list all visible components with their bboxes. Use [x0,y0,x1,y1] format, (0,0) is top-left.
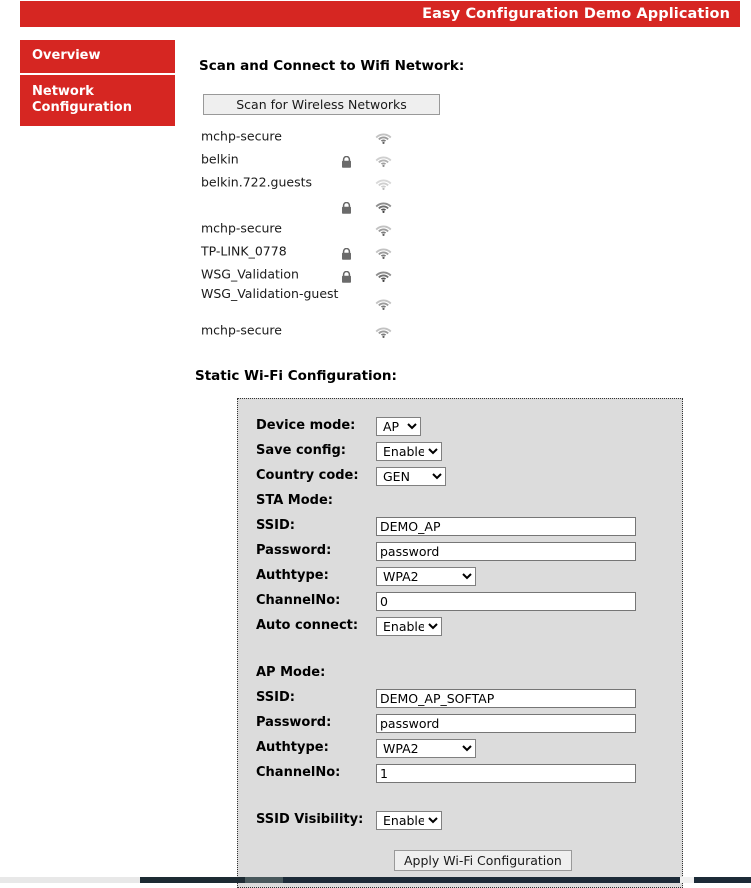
ap-password-input[interactable] [376,713,636,733]
network-ssid-label: mchp-secure [201,321,282,337]
auto-connect-select[interactable]: EnableDisable [376,616,442,636]
sta-channel-input[interactable] [376,591,636,611]
ap-ssid-label: SSID: [256,690,295,705]
wifi-signal-icon [375,221,392,236]
taskbar-active-window [245,877,283,883]
ssid-visibility-select[interactable]: EnableDisable [376,810,442,830]
static-wifi-config-panel: Device mode: APSTA Save config: EnableDi… [237,398,683,888]
ap-authtype-label: Authtype: [256,740,329,755]
network-list-item[interactable]: belkin [195,147,455,170]
wifi-signal-icon [375,152,392,167]
config-row-ap-authtype: Authtype: OPENWEPWPAWPA2 [238,735,682,760]
lock-icon [341,199,352,214]
network-ssid-label: belkin [201,150,239,166]
static-config-heading: Static Wi-Fi Configuration: [195,368,397,384]
network-list-item[interactable] [195,193,455,216]
config-row-sta-ssid: SSID: [238,513,682,538]
wifi-network-list: mchp-secure belkin belkin.722.guests mchp-s… [195,124,455,341]
network-ssid-label: WSG_Validation-guest [201,286,339,301]
config-gap-2 [238,785,682,807]
taskbar-gap [680,877,694,883]
country-code-select[interactable]: GENUSAEMEAJPN [376,466,446,486]
taskbar-dark-1 [140,877,245,883]
wifi-signal-icon [375,323,392,338]
ap-password-label: Password: [256,715,332,730]
config-row-sta-password: Password: [238,538,682,563]
scan-section-heading: Scan and Connect to Wifi Network: [199,58,465,74]
network-ssid-label: belkin.722.guests [201,173,313,189]
app-header-bar: Easy Configuration Demo Application [20,1,740,27]
config-row-device-mode: Device mode: APSTA [238,413,682,438]
sta-authtype-select[interactable]: OPENWEPWPAWPA2 [376,566,476,586]
config-row-ap-password: Password: [238,710,682,735]
country-code-label: Country code: [256,468,359,483]
sta-ssid-input[interactable] [376,516,636,536]
wifi-signal-icon [375,175,392,190]
network-list-item[interactable]: WSG_Validation [195,262,455,285]
save-config-select[interactable]: EnableDisable [376,441,442,461]
config-row-sta-channel: ChannelNo: [238,588,682,613]
lock-icon [341,245,352,260]
ap-mode-heading: AP Mode: [256,665,326,680]
wifi-signal-icon [375,244,392,259]
lock-icon [341,268,352,283]
config-row-sta-authtype: Authtype: OPENWEPWPAWPA2 [238,563,682,588]
taskbar-dark-2 [283,877,680,883]
sta-mode-heading: STA Mode: [256,493,333,508]
os-taskbar [0,877,751,883]
config-row-auto-connect: Auto connect: EnableDisable [238,613,682,638]
config-row-sta-mode-heading: STA Mode: [238,488,682,513]
device-mode-label: Device mode: [256,418,356,433]
network-ssid-label: TP-LINK_0778 [201,242,287,258]
ap-channel-input[interactable] [376,763,636,783]
config-row-ap-ssid: SSID: [238,685,682,710]
scan-for-wireless-networks-button[interactable]: Scan for Wireless Networks [203,94,440,115]
sidebar-item-label: Network Configuration [32,84,132,116]
apply-row: Apply Wi-Fi Configuration [238,850,682,871]
wifi-signal-icon [375,129,392,144]
network-ssid-label: mchp-secure [201,219,282,235]
ap-ssid-input[interactable] [376,688,636,708]
auto-connect-label: Auto connect: [256,618,359,633]
network-list-item[interactable]: mchp-secure [195,216,455,239]
sta-password-label: Password: [256,543,332,558]
wifi-signal-icon [375,295,392,310]
config-row-ap-mode-heading: AP Mode: [238,660,682,685]
sidebar-item-label: Overview [32,48,101,63]
ssid-visibility-label: SSID Visibility: [256,812,364,827]
config-row-ap-channel: ChannelNo: [238,760,682,785]
network-list-item[interactable]: mchp-secure [195,318,455,341]
device-mode-select[interactable]: APSTA [376,416,421,436]
network-ssid-label: WSG_Validation [201,265,299,281]
taskbar-dark-3 [694,877,751,883]
config-row-save-config: Save config: EnableDisable [238,438,682,463]
network-list-item[interactable]: WSG_Validation-guest [195,285,455,318]
wifi-signal-icon [375,267,392,282]
apply-wifi-configuration-button[interactable]: Apply Wi-Fi Configuration [394,850,572,871]
network-list-item[interactable]: mchp-secure [195,124,455,147]
network-ssid-label: mchp-secure [201,127,282,143]
ap-authtype-select[interactable]: OPENWEPWPAWPA2 [376,738,476,758]
taskbar-left-light [0,877,140,883]
sta-authtype-label: Authtype: [256,568,329,583]
sta-password-input[interactable] [376,541,636,561]
config-gap [238,638,682,660]
network-list-item[interactable]: belkin.722.guests [195,170,455,193]
sidebar-item-overview[interactable]: Overview [20,40,175,73]
lock-icon [341,153,352,168]
ap-channel-label: ChannelNo: [256,765,341,780]
config-row-country-code: Country code: GENUSAEMEAJPN [238,463,682,488]
sta-channel-label: ChannelNo: [256,593,341,608]
sidebar-nav: Overview Network Configuration [20,40,175,126]
config-row-ssid-visibility: SSID Visibility: EnableDisable [238,807,682,832]
page-title: Easy Configuration Demo Application [422,6,730,22]
sta-ssid-label: SSID: [256,518,295,533]
save-config-label: Save config: [256,443,346,458]
sidebar-item-network-configuration[interactable]: Network Configuration [20,75,175,126]
wifi-signal-icon [375,198,392,213]
network-list-item[interactable]: TP-LINK_0778 [195,239,455,262]
